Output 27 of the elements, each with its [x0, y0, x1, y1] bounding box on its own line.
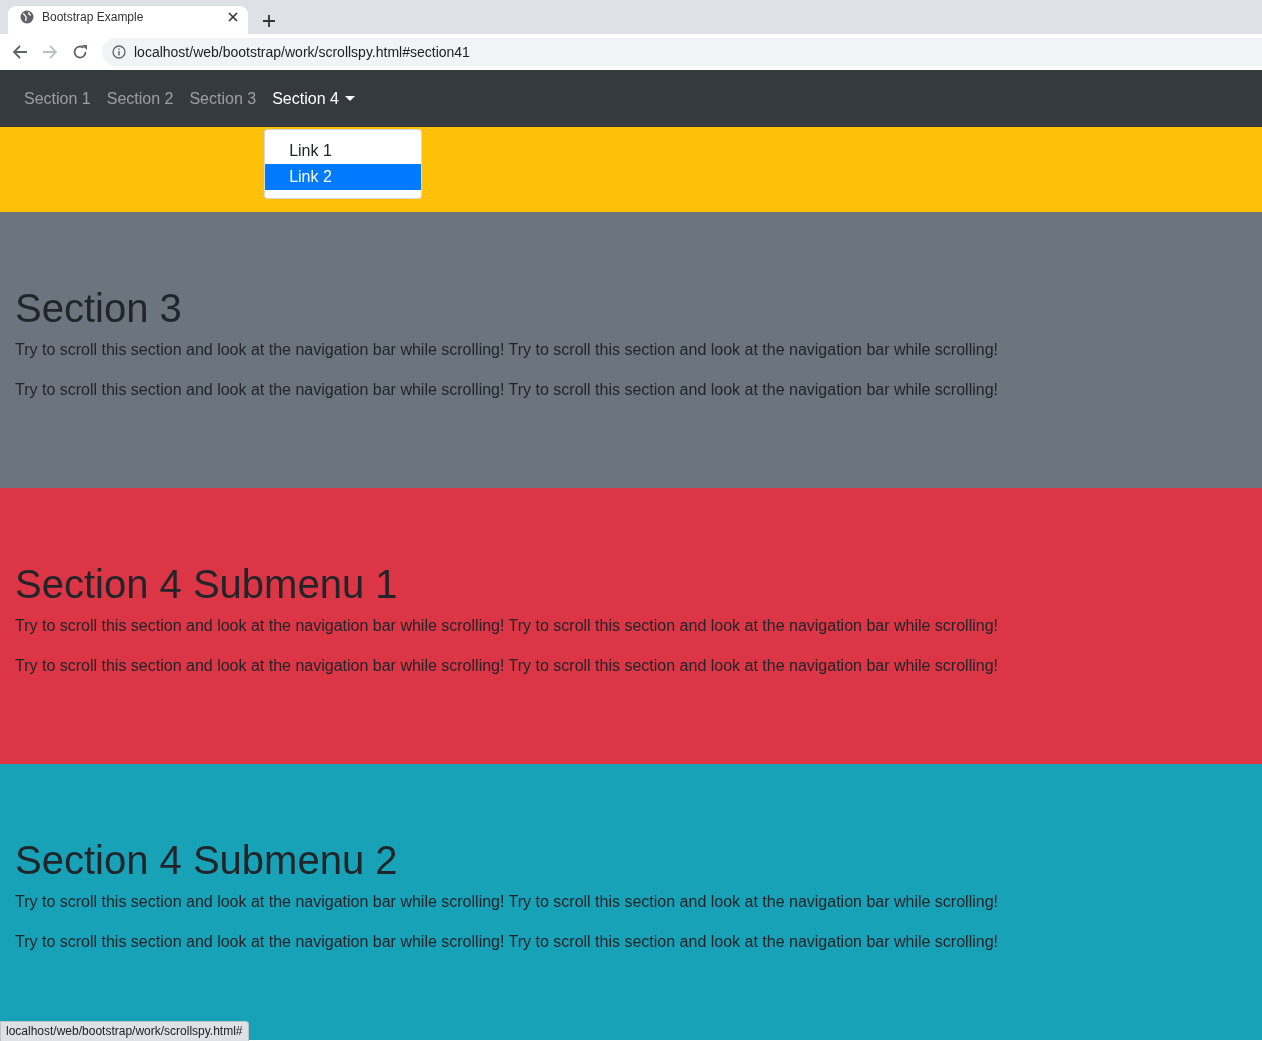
nav-link[interactable]: Section 1 — [16, 81, 99, 116]
status-url: localhost/web/bootstrap/work/scrollspy.html# — [0, 1021, 249, 1041]
section-paragraph: Try to scroll this section and look at the navigation bar while scrolling! Try to scroll this section and look at the navigation bar while scrolling! — [15, 656, 999, 676]
reload-icon[interactable] — [72, 44, 88, 60]
caret-icon — [344, 96, 355, 101]
globe-icon — [20, 10, 34, 24]
section-heading: Section 3 — [15, 285, 183, 332]
section-paragraph: Try to scroll this section and look at the navigation bar while scrolling! Try to scroll this section and look at the navigation bar while scrolling! — [15, 892, 999, 912]
dropdown-item[interactable]: Link 2 — [265, 163, 422, 190]
section-paragraph: Try to scroll this section and look at the navigation bar while scrolling! Try to scroll this section and look at the navigation bar while scrolling! — [15, 616, 999, 636]
tab-title: Bootstrap Example — [42, 10, 145, 24]
new-tab-icon[interactable] — [262, 14, 276, 28]
dropdown-item[interactable]: Link 1 — [265, 137, 422, 164]
info-icon — [112, 45, 126, 59]
close-icon[interactable] — [228, 12, 238, 22]
url-text: localhost/web/bootstrap/work/scrollspy.html#section41 — [134, 44, 470, 60]
nav-dropdown[interactable]: Section 4 — [264, 81, 363, 116]
back-arrow-icon[interactable] — [12, 44, 28, 60]
section-paragraph: Try to scroll this section and look at the navigation bar while scrolling! Try to scroll this section and look at the navigation bar while scrolling! — [15, 340, 999, 360]
section-heading: Section 4 Submenu 2 — [15, 837, 399, 884]
nav-link[interactable]: Section 3 — [181, 81, 265, 116]
section-heading: Section 4 Submenu 1 — [15, 561, 399, 608]
section-paragraph: Try to scroll this section and look at the navigation bar while scrolling! Try to scroll this section and look at the navigation bar while scrolling! — [15, 932, 999, 952]
address-bar[interactable]: localhost/web/bootstrap/work/scrollspy.html#section41 — [102, 38, 1262, 66]
nav-link[interactable]: Section 2 — [98, 81, 182, 116]
section-paragraph: Try to scroll this section and look at the navigation bar while scrolling! Try to scroll this section and look at the navigation bar while scrolling! — [15, 380, 999, 400]
browser-tab[interactable]: Bootstrap Example — [8, 6, 248, 34]
